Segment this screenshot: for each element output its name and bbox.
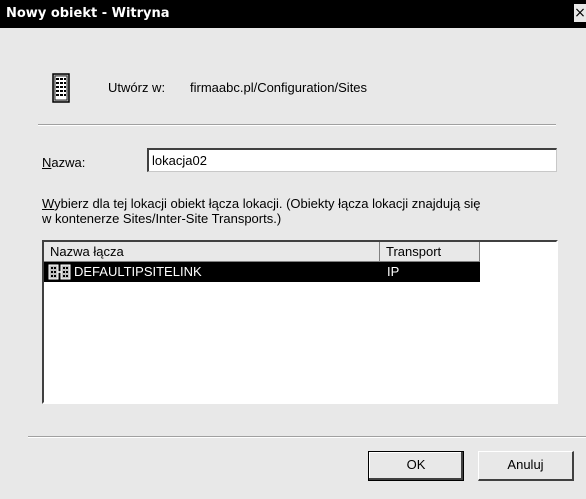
title-bar[interactable]: Nowy obiekt - Witryna × bbox=[0, 0, 586, 28]
close-icon[interactable]: × bbox=[574, 4, 586, 22]
site-link-icon bbox=[48, 264, 71, 280]
separator-top bbox=[38, 124, 556, 126]
container-path: firmaabc.pl/Configuration/Sites bbox=[190, 80, 368, 95]
site-link-list[interactable]: Nazwa łącza Transport DEFAULTIPSITELINK … bbox=[42, 240, 558, 404]
dialog-window: Nowy obiekt - Witryna × Utwórz w: firmaa… bbox=[0, 0, 586, 499]
list-item[interactable]: DEFAULTIPSITELINK IP bbox=[44, 262, 480, 282]
ok-button[interactable]: OK bbox=[368, 451, 464, 481]
window-title: Nowy obiekt - Witryna bbox=[6, 6, 170, 21]
name-label: Nazwa: bbox=[42, 155, 86, 170]
instruction-text: Wybierz dla tej lokacji obiekt łącza lok… bbox=[42, 196, 481, 226]
building-icon bbox=[52, 73, 70, 103]
list-header: Nazwa łącza Transport bbox=[44, 242, 556, 262]
column-header-link-name[interactable]: Nazwa łącza bbox=[44, 242, 380, 262]
name-input[interactable] bbox=[147, 148, 557, 172]
cancel-button[interactable]: Anuluj bbox=[478, 451, 574, 481]
link-name-cell: DEFAULTIPSITELINK bbox=[74, 264, 202, 279]
column-header-transport[interactable]: Transport bbox=[380, 242, 480, 262]
separator-bottom bbox=[28, 436, 586, 438]
transport-cell: IP bbox=[387, 264, 400, 279]
create-in-label: Utwórz w: bbox=[108, 80, 166, 95]
